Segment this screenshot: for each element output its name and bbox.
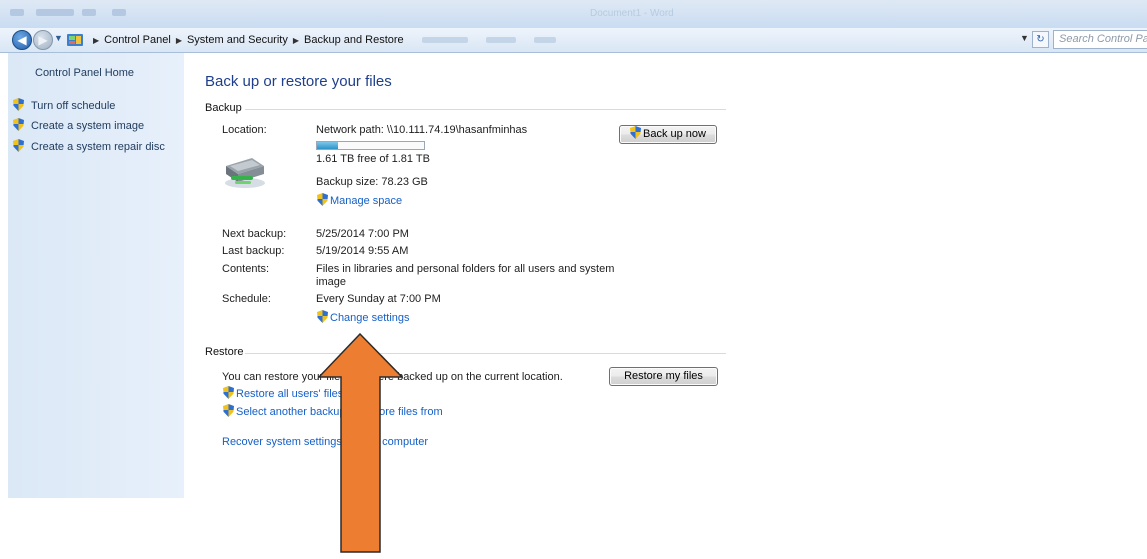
- shield-icon: [223, 386, 234, 399]
- location-label: Location:: [222, 124, 267, 136]
- undo-icon[interactable]: [82, 9, 96, 16]
- window-title: Document1 - Word: [590, 8, 674, 19]
- redo-icon[interactable]: [112, 9, 126, 16]
- word-icon: [10, 9, 24, 16]
- next-backup-value: 5/25/2014 7:00 PM: [316, 228, 409, 240]
- up-arrow-annotation-icon: [318, 333, 403, 553]
- page-title: Back up or restore your files: [205, 73, 392, 90]
- last-backup-label: Last backup:: [222, 245, 285, 257]
- location-value: Network path: \\10.111.74.19\hasanfminha…: [316, 124, 528, 136]
- restore-section-header: Restore: [205, 346, 244, 358]
- shield-icon: [317, 193, 328, 206]
- shield-icon: [317, 310, 328, 323]
- nav-task-label: Turn off schedule: [31, 100, 116, 112]
- turn-off-schedule-link[interactable]: Turn off schedule: [13, 98, 115, 114]
- breadcrumb: ▶ Control Panel ▶ System and Security ▶ Backu…: [88, 28, 1018, 52]
- quick-access-toolbar[interactable]: [36, 9, 74, 16]
- schedule-label: Schedule:: [222, 293, 271, 305]
- contents-label: Contents:: [222, 263, 270, 275]
- backup-section-header: Backup: [205, 102, 242, 114]
- free-space-text: 1.61 TB free of 1.81 TB: [316, 153, 430, 165]
- breadcrumb-backup-and-restore[interactable]: Backup and Restore: [304, 28, 404, 52]
- control-panel-home-link[interactable]: Control Panel Home: [35, 67, 134, 79]
- breadcrumb-separator-icon[interactable]: ▶: [93, 29, 99, 53]
- recent-pages-dropdown-icon[interactable]: ▼: [54, 33, 63, 43]
- shield-icon: [13, 98, 24, 111]
- network-drive-icon: [225, 158, 265, 188]
- refresh-icon[interactable]: ↻: [1032, 31, 1049, 48]
- back-up-now-button[interactable]: Back up now: [619, 125, 717, 144]
- shield-icon: [13, 139, 24, 152]
- faded-text: [533, 37, 556, 44]
- back-button[interactable]: ◀: [12, 30, 32, 50]
- next-backup-label: Next backup:: [222, 228, 287, 240]
- change-settings-link[interactable]: Change settings: [317, 310, 410, 324]
- shield-icon: [223, 404, 234, 417]
- left-nav-pane: Control Panel Home Turn off schedule Cre…: [8, 53, 184, 498]
- nav-task-label: Create a system repair disc: [31, 141, 165, 153]
- address-dropdown-icon[interactable]: ▼: [1020, 33, 1029, 43]
- section-divider: [245, 109, 726, 110]
- address-bar: ◀ ▶ ▼ ▶ Control Panel ▶ System and Security…: [0, 28, 1147, 53]
- disk-space-bar: [316, 141, 425, 150]
- restore-my-files-button[interactable]: Restore my files: [609, 367, 718, 386]
- faded-text: [421, 37, 468, 44]
- contents-value-line2: image: [316, 276, 346, 288]
- disk-space-fill: [317, 142, 339, 149]
- create-system-image-link[interactable]: Create a system image: [13, 118, 144, 134]
- window-title-bar: Document1 - Word: [0, 0, 1147, 28]
- last-backup-value: 5/19/2014 9:55 AM: [316, 245, 409, 257]
- schedule-value: Every Sunday at 7:00 PM: [316, 293, 441, 305]
- backup-size-text: Backup size: 78.23 GB: [316, 176, 428, 188]
- manage-space-label: Manage space: [330, 195, 403, 207]
- shield-icon: [13, 118, 24, 131]
- breadcrumb-separator-icon[interactable]: ▶: [293, 29, 299, 53]
- back-up-now-label: Back up now: [643, 128, 706, 140]
- forward-button[interactable]: ▶: [33, 30, 53, 50]
- manage-space-link[interactable]: Manage space: [317, 193, 402, 207]
- faded-text: [485, 37, 516, 44]
- control-panel-icon: [67, 34, 83, 46]
- create-system-repair-disc-link[interactable]: Create a system repair disc: [13, 139, 165, 155]
- breadcrumb-separator-icon[interactable]: ▶: [176, 29, 182, 53]
- contents-value-line1: Files in libraries and personal folders …: [316, 263, 615, 275]
- nav-task-label: Create a system image: [31, 120, 145, 132]
- breadcrumb-control-panel[interactable]: Control Panel: [104, 28, 171, 52]
- change-settings-label: Change settings: [330, 312, 410, 324]
- breadcrumb-system-and-security[interactable]: System and Security: [187, 28, 288, 52]
- shield-icon: [630, 126, 641, 139]
- search-input[interactable]: Search Control Pa: [1053, 30, 1147, 49]
